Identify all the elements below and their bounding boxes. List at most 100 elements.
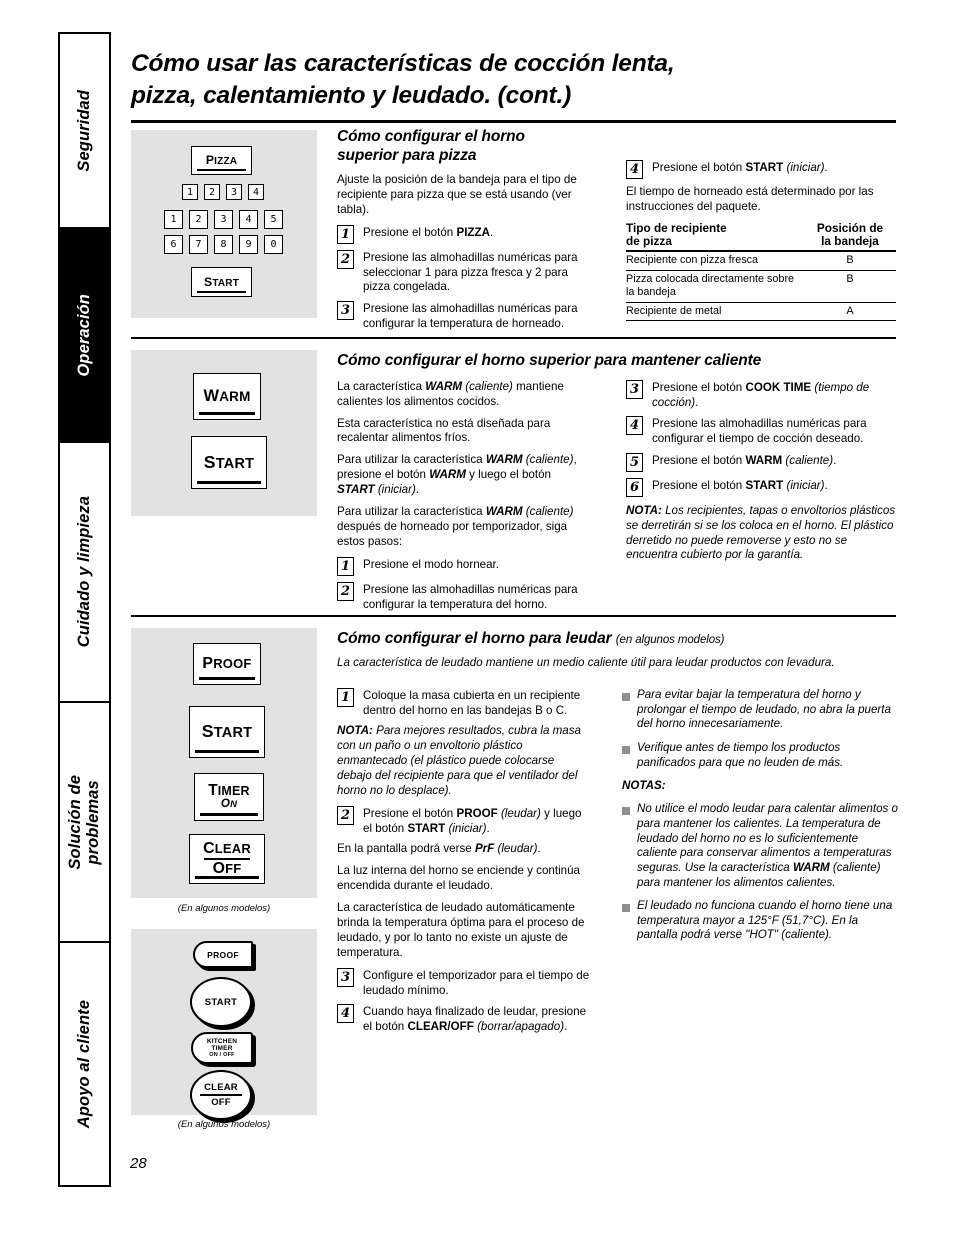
paragraph: Esta característica no está diseñada par… bbox=[337, 416, 551, 445]
step-number: 2 bbox=[337, 806, 354, 826]
bullet-square-icon bbox=[622, 807, 630, 816]
proof-right-column: Para evitar bajar la temperatura del hor… bbox=[622, 688, 898, 952]
manual-page: Seguridad Operación Cuidado y limpieza S… bbox=[0, 0, 954, 1235]
step-number: 5 bbox=[626, 452, 643, 472]
pizza-instructions-column: Cómo configurar el horno superior para p… bbox=[337, 128, 590, 337]
numpad-key-5[interactable]: 5 bbox=[264, 210, 283, 229]
numpad-key-2[interactable]: 2 bbox=[189, 210, 208, 229]
proof-control-panel-rect: PROOF START TIMER ON CLEAR OFF bbox=[131, 628, 317, 898]
clear-off-oval-button[interactable]: CLEAR OFF bbox=[190, 1070, 252, 1120]
numpad-key-1[interactable]: 1 bbox=[164, 210, 183, 229]
clear-off-button[interactable]: CLEAR OFF bbox=[189, 834, 265, 884]
step-text: Presione las almohadillas numéricas para… bbox=[652, 417, 867, 445]
warm-right-column: 3 Presione el botón COOK TIME (tiempo de … bbox=[626, 380, 896, 570]
numpad-key-3[interactable]: 3 bbox=[214, 210, 233, 229]
paragraph: La característica WARM (caliente) mantie… bbox=[337, 379, 564, 408]
numpad-key-6[interactable]: 6 bbox=[164, 235, 183, 254]
numpad-key-0[interactable]: 0 bbox=[264, 235, 283, 254]
step-text: Coloque la masa cubierta en un recipient… bbox=[363, 689, 581, 717]
warm-button[interactable]: WARM bbox=[193, 373, 261, 420]
pizza-steps-left: 1 Presione el botón PIZZA. 2 Presione las a… bbox=[337, 225, 590, 331]
table-cell-position: A bbox=[804, 302, 896, 322]
pizza-heading: Cómo configurar el horno superior para p… bbox=[337, 128, 525, 164]
pizza-mode-key-1[interactable]: 1 bbox=[182, 184, 198, 200]
step-text: Presione el modo hornear. bbox=[363, 558, 499, 572]
step-text: Cuando haya finalizado de leudar, presio… bbox=[363, 1005, 587, 1034]
pizza-mode-key-3[interactable]: 3 bbox=[226, 184, 242, 200]
pizza-button[interactable]: PIZZA bbox=[191, 146, 252, 175]
sidebar-item-solucion-de-problemas[interactable]: Solución de problemas bbox=[60, 703, 109, 943]
clear-off-oval-label-line1: CLEAR bbox=[204, 1082, 238, 1093]
page-number: 28 bbox=[130, 1155, 147, 1172]
warm-heading: Cómo configurar el horno superior para m… bbox=[337, 352, 762, 369]
table-cell-type: Recipiente con pizza fresca bbox=[626, 251, 804, 272]
step-text: Presione las almohadillas numéricas para… bbox=[363, 251, 578, 294]
instruction-step: 4 Cuando haya finalizado de leudar, presi… bbox=[337, 1004, 590, 1034]
proof-button[interactable]: PROOF bbox=[193, 643, 261, 685]
page-title: Cómo usar las características de cocción… bbox=[131, 48, 896, 112]
proof-start-button[interactable]: START bbox=[189, 706, 265, 758]
instruction-step: 2 Presione las almohadillas numéricas par… bbox=[337, 250, 590, 295]
numpad-row-top: 1 2 3 4 5 bbox=[164, 210, 283, 229]
bullet-item: Para evitar bajar la temperatura del hor… bbox=[622, 688, 898, 732]
pizza-mode-key-2[interactable]: 2 bbox=[204, 184, 220, 200]
bullet-text: Para evitar bajar la temperatura del hor… bbox=[637, 688, 891, 731]
table-row: Recipiente de metal A bbox=[626, 302, 896, 322]
bullet-square-icon bbox=[622, 745, 630, 754]
instruction-step: 4 Presione el botón START (iniciar). bbox=[626, 160, 896, 179]
step-number: 1 bbox=[337, 688, 354, 707]
start-oval-button[interactable]: START bbox=[190, 977, 252, 1027]
numpad-key-4[interactable]: 4 bbox=[239, 210, 258, 229]
sidebar-item-cuidado-y-limpieza[interactable]: Cuidado y limpieza bbox=[60, 443, 109, 703]
pizza-control-panel: PIZZA 1 2 3 4 1 2 3 4 5 6 7 8 9 0 START bbox=[131, 130, 317, 318]
step-text: Presione el botón PIZZA. bbox=[363, 226, 494, 240]
table-col-header-type: Tipo de recipiente de pizza bbox=[626, 220, 727, 249]
instruction-step: 3 Presione el botón COOK TIME (tiempo de … bbox=[626, 380, 896, 410]
clear-off-button-label-line1: CLEAR bbox=[203, 840, 251, 858]
step-number: 4 bbox=[626, 160, 643, 179]
kitchen-timer-label-line2: TIMER bbox=[211, 1045, 233, 1052]
step-number: 1 bbox=[337, 557, 354, 577]
timer-on-button[interactable]: TIMER ON bbox=[194, 773, 264, 821]
table-row: Recipiente con pizza fresca B bbox=[626, 251, 896, 272]
proof-heading-sub: (en algunos modelos) bbox=[615, 634, 725, 646]
proof-oval-button[interactable]: PROOF bbox=[193, 941, 253, 968]
pizza-mode-key-4[interactable]: 4 bbox=[248, 184, 264, 200]
proof-intro: La característica de leudado mantiene un… bbox=[337, 655, 835, 669]
sidebar-item-seguridad[interactable]: Seguridad bbox=[60, 34, 109, 229]
sidebar-item-label: Cuidado y limpieza bbox=[74, 496, 93, 648]
proof-panel-oval-caption: (En algunos modelos) bbox=[177, 1119, 271, 1130]
instruction-step: 6 Presione el botón START (iniciar). bbox=[626, 477, 896, 497]
paragraph: En la pantalla podrá verse PrF (leudar). bbox=[337, 842, 541, 856]
clear-off-oval-label-line2: OFF bbox=[211, 1097, 231, 1108]
numpad-key-8[interactable]: 8 bbox=[214, 235, 233, 254]
kitchen-timer-oval-button[interactable]: KITCHEN TIMER ON / OFF bbox=[191, 1032, 253, 1064]
page-title-line2: pizza, calentamiento y leudado. (cont.) bbox=[131, 81, 572, 109]
proof-oval-button-label: PROOF bbox=[207, 949, 239, 960]
warm-instructions-column: Cómo configurar el horno superior para m… bbox=[337, 352, 761, 618]
warm-start-button[interactable]: START bbox=[191, 436, 267, 489]
instruction-step: 4 Presione las almohadillas numéricas par… bbox=[626, 416, 896, 446]
paragraph: Para utilizar la característica WARM (ca… bbox=[337, 453, 577, 497]
sidebar-item-operacion[interactable]: Operación bbox=[60, 229, 109, 443]
instruction-step: 3 Presione las almohadillas numéricas par… bbox=[337, 301, 590, 331]
kitchen-timer-label-line3: ON / OFF bbox=[209, 1052, 235, 1058]
bullet-text: Verifique antes de tiempo los productos … bbox=[637, 740, 844, 769]
numpad-key-9[interactable]: 9 bbox=[239, 235, 258, 254]
step-number: 6 bbox=[626, 477, 643, 497]
proof-heading-block: Cómo configurar el horno para leudar (en… bbox=[337, 630, 897, 678]
paragraph: La luz interna del horno se enciende y c… bbox=[337, 864, 580, 893]
proof-paragraphs: En la pantalla podrá verse PrF (leudar).… bbox=[337, 842, 590, 961]
numpad-key-7[interactable]: 7 bbox=[189, 235, 208, 254]
warm-steps-right: 3 Presione el botón COOK TIME (tiempo de … bbox=[626, 380, 896, 497]
bullet-item: Verifique antes de tiempo los productos … bbox=[622, 741, 898, 770]
sidebar-item-apoyo-al-cliente[interactable]: Apoyo al cliente bbox=[60, 943, 109, 1185]
step-text: Presione el botón COOK TIME (tiempo de c… bbox=[652, 381, 870, 409]
table-row: Pizza colocada directamente sobre la ban… bbox=[626, 270, 896, 303]
step-text: Presione el botón PROOF (leudar) y luego… bbox=[363, 807, 582, 835]
step-number: 2 bbox=[337, 250, 354, 270]
start-button[interactable]: START bbox=[191, 267, 252, 297]
step-number: 3 bbox=[626, 380, 643, 399]
pizza-button-label: PIZZA bbox=[205, 153, 238, 167]
page-title-line1: Cómo usar las características de cocción… bbox=[131, 50, 675, 77]
